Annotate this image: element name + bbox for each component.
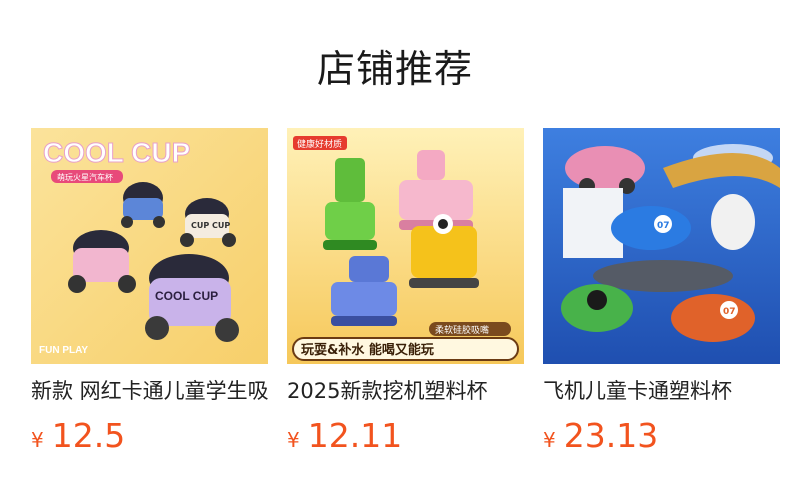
section-title: 店铺推荐 <box>316 47 473 91</box>
product-price: ¥23.13 <box>543 416 780 462</box>
product-image-cool-cup[interactable]: COOL CUP 萌玩火星汽车杯 CUP CUP COOL CUP FUN PL… <box>31 128 268 364</box>
product-image-excavator-cup[interactable]: 健康好材质 柔软硅胶吸嘴 玩耍&补水 能喝又能玩 <box>287 128 524 364</box>
image-headline: COOL CUP <box>43 137 190 168</box>
plane-number: 07 <box>657 221 670 231</box>
image-badge: 健康好材质 <box>297 138 342 150</box>
product-card-3[interactable]: 07 07 飞机儿童卡通塑料杯 ¥23.13 <box>543 128 780 462</box>
image-banner: 玩耍&补水 能喝又能玩 <box>301 342 434 358</box>
image-tag: 萌玩火星汽车杯 <box>57 172 113 182</box>
currency-symbol: ¥ <box>31 428 44 452</box>
product-name[interactable]: 2025新款挖机塑料杯 <box>287 376 524 406</box>
price-value: 12.11 <box>307 416 403 455</box>
cup-label: CUP CUP <box>191 221 230 230</box>
currency-symbol: ¥ <box>543 428 556 452</box>
product-image-airplane-cup[interactable]: 07 07 <box>543 128 780 364</box>
product-name[interactable]: 新款 网红卡通儿童学生吸管杯 <box>31 376 268 406</box>
plane-number-2: 07 <box>723 307 736 317</box>
cup-label-big: COOL CUP <box>155 289 218 303</box>
price-value: 23.13 <box>563 416 659 455</box>
image-bottom-text: FUN PLAY <box>39 345 88 356</box>
product-name[interactable]: 飞机儿童卡通塑料杯 <box>543 376 780 406</box>
product-card-2[interactable]: 健康好材质 柔软硅胶吸嘴 玩耍&补水 能喝又能玩 2025新款挖机塑料杯 ¥12… <box>287 128 524 462</box>
image-tag: 柔软硅胶吸嘴 <box>435 324 489 336</box>
product-price: ¥12.11 <box>287 416 524 462</box>
product-card-1[interactable]: COOL CUP 萌玩火星汽车杯 CUP CUP COOL CUP FUN PL… <box>31 128 268 462</box>
price-value: 12.5 <box>51 416 126 455</box>
product-price: ¥12.5 <box>31 416 268 462</box>
currency-symbol: ¥ <box>287 428 300 452</box>
